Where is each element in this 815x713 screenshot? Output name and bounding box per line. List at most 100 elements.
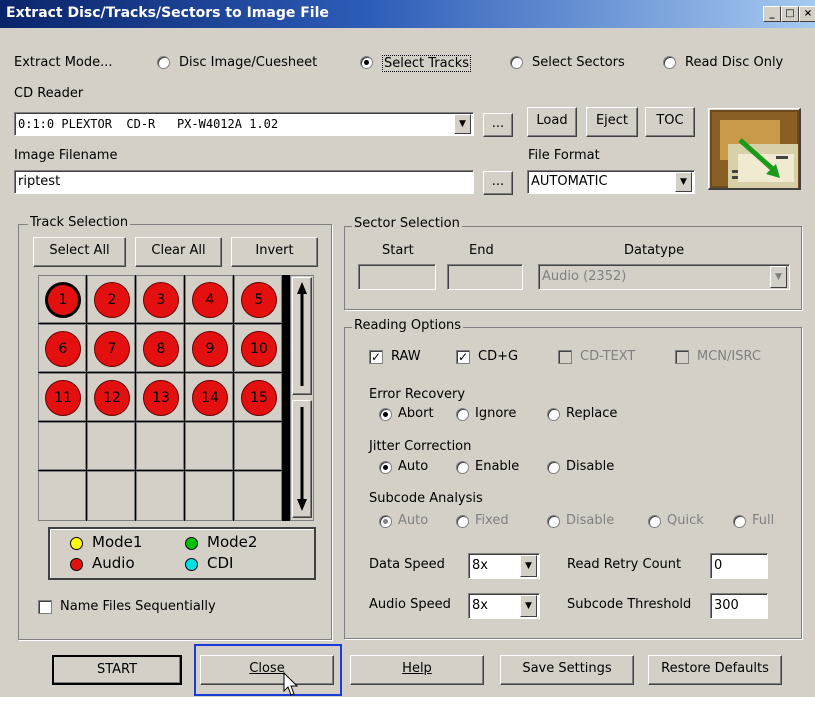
sector-datatype-select[interactable]: Audio (2352) [538, 264, 790, 290]
track-9-button[interactable]: 9 [192, 331, 228, 367]
track-14-button[interactable]: 14 [192, 380, 228, 416]
maximize-icon[interactable]: □ [781, 6, 799, 22]
name-files-sequentially-label[interactable]: Name Files Sequentially [60, 599, 216, 614]
track-scrollbar[interactable] [290, 275, 314, 521]
mcn-isrc-checkbox [675, 350, 689, 364]
jitter-enable-label[interactable]: Enable [475, 459, 519, 474]
track-13-button[interactable]: 13 [143, 380, 179, 416]
close-icon[interactable]: × [799, 6, 815, 22]
sector-datatype-dropdown-icon[interactable]: ▼ [770, 266, 787, 288]
read-retry-count-input[interactable]: 0 [710, 553, 768, 579]
track-8-button[interactable]: 8 [143, 331, 179, 367]
file-format-dropdown-icon[interactable]: ▼ [675, 172, 692, 192]
track-cell[interactable]: 12 [87, 373, 135, 421]
jitter-disable-radio[interactable] [547, 461, 560, 474]
track-cell[interactable]: 3 [136, 275, 184, 323]
jitter-enable-radio[interactable] [456, 461, 469, 474]
cdg-checkbox[interactable]: ✓ [456, 350, 470, 364]
scroll-down-button[interactable] [292, 400, 312, 518]
mcn-isrc-label: MCN/ISRC [697, 349, 761, 364]
invert-button[interactable]: Invert [231, 237, 318, 267]
track-cell[interactable]: 2 [87, 275, 135, 323]
radio-read-disc-only[interactable] [663, 56, 676, 69]
track-cell-empty [87, 422, 135, 470]
track-2-button[interactable]: 2 [94, 282, 130, 318]
error-replace-label[interactable]: Replace [566, 406, 617, 421]
subcode-auto-radio [379, 515, 392, 528]
radio-select-sectors[interactable] [510, 56, 523, 69]
track-15-button[interactable]: 15 [241, 380, 277, 416]
error-replace-radio[interactable] [547, 408, 560, 421]
radio-disc-image-label[interactable]: Disc Image/Cuesheet [179, 55, 317, 70]
track-11-button[interactable]: 11 [45, 380, 81, 416]
cd-reader-select[interactable]: 0:1:0 PLEXTOR CD-R PX-W4012A 1.02 [14, 112, 474, 136]
radio-read-disc-only-label[interactable]: Read Disc Only [685, 55, 783, 70]
mode2-color-icon [185, 537, 198, 550]
track-cell[interactable]: 13 [136, 373, 184, 421]
radio-select-tracks-label[interactable]: Select Tracks [382, 55, 472, 72]
image-filename-input[interactable]: riptest [14, 170, 474, 194]
start-button[interactable]: START [52, 655, 182, 685]
eject-button[interactable]: Eject [586, 107, 638, 137]
jitter-auto-label[interactable]: Auto [398, 459, 428, 474]
clear-all-button[interactable]: Clear All [135, 237, 222, 267]
close-button[interactable]: Close [200, 655, 334, 685]
select-all-button[interactable]: Select All [33, 237, 126, 267]
track-cell[interactable]: 5 [234, 275, 282, 323]
audio-speed-dropdown-icon[interactable]: ▼ [520, 595, 537, 617]
toc-button[interactable]: TOC [645, 107, 695, 137]
audio-speed-label: Audio Speed [369, 597, 451, 612]
radio-disc-image[interactable] [157, 56, 170, 69]
track-cell[interactable]: 9 [185, 324, 233, 372]
track-cell[interactable]: 1 [38, 275, 86, 323]
track-cell[interactable]: 8 [136, 324, 184, 372]
subcode-threshold-input[interactable]: 300 [710, 593, 768, 619]
legend-mode2-label: Mode2 [207, 533, 258, 551]
scroll-up-button[interactable] [292, 277, 312, 395]
file-format-select[interactable]: AUTOMATIC [527, 170, 695, 194]
track-cell[interactable]: 15 [234, 373, 282, 421]
jitter-auto-radio[interactable] [379, 461, 392, 474]
subcode-auto-label: Auto [398, 513, 429, 528]
load-button[interactable]: Load [527, 107, 577, 137]
radio-select-tracks[interactable] [360, 56, 373, 69]
track-cell[interactable]: 14 [185, 373, 233, 421]
sector-start-input[interactable] [358, 264, 436, 290]
track-12-button[interactable]: 12 [94, 380, 130, 416]
save-settings-button[interactable]: Save Settings [500, 655, 634, 685]
track-cell[interactable]: 6 [38, 324, 86, 372]
subcode-analysis-label: Subcode Analysis [369, 491, 483, 506]
jitter-disable-label[interactable]: Disable [566, 459, 614, 474]
track-3-button[interactable]: 3 [143, 282, 179, 318]
minimize-icon[interactable]: _ [763, 6, 781, 22]
track-4-button[interactable]: 4 [192, 282, 228, 318]
track-cell[interactable]: 7 [87, 324, 135, 372]
error-ignore-label[interactable]: Ignore [475, 406, 516, 421]
cd-reader-browse-button[interactable]: ... [483, 113, 513, 137]
track-cell[interactable]: 10 [234, 324, 282, 372]
cdg-label[interactable]: CD+G [478, 349, 518, 364]
subcode-threshold-label: Subcode Threshold [567, 597, 692, 612]
raw-label[interactable]: RAW [391, 349, 421, 364]
track-5-button[interactable]: 5 [241, 282, 277, 318]
radio-select-sectors-label[interactable]: Select Sectors [532, 55, 625, 70]
track-cell[interactable]: 4 [185, 275, 233, 323]
name-files-sequentially-checkbox[interactable] [38, 600, 52, 614]
track-10-button[interactable]: 10 [241, 331, 277, 367]
raw-checkbox[interactable]: ✓ [369, 350, 383, 364]
image-filename-browse-button[interactable]: ... [483, 171, 513, 195]
track-1-button[interactable]: 1 [45, 282, 81, 318]
cd-reader-dropdown-icon[interactable]: ▼ [454, 114, 471, 134]
error-abort-label[interactable]: Abort [398, 406, 434, 421]
track-cell-empty [38, 422, 86, 470]
error-abort-radio[interactable] [379, 408, 392, 421]
sector-end-input[interactable] [447, 264, 523, 290]
track-cell[interactable]: 11 [38, 373, 86, 421]
help-button[interactable]: Help [350, 655, 484, 685]
error-ignore-radio[interactable] [456, 408, 469, 421]
track-7-button[interactable]: 7 [94, 331, 130, 367]
restore-defaults-button[interactable]: Restore Defaults [648, 655, 782, 685]
data-speed-dropdown-icon[interactable]: ▼ [520, 555, 537, 577]
title-bar[interactable]: Extract Disc/Tracks/Sectors to Image Fil… [0, 0, 815, 28]
track-6-button[interactable]: 6 [45, 331, 81, 367]
